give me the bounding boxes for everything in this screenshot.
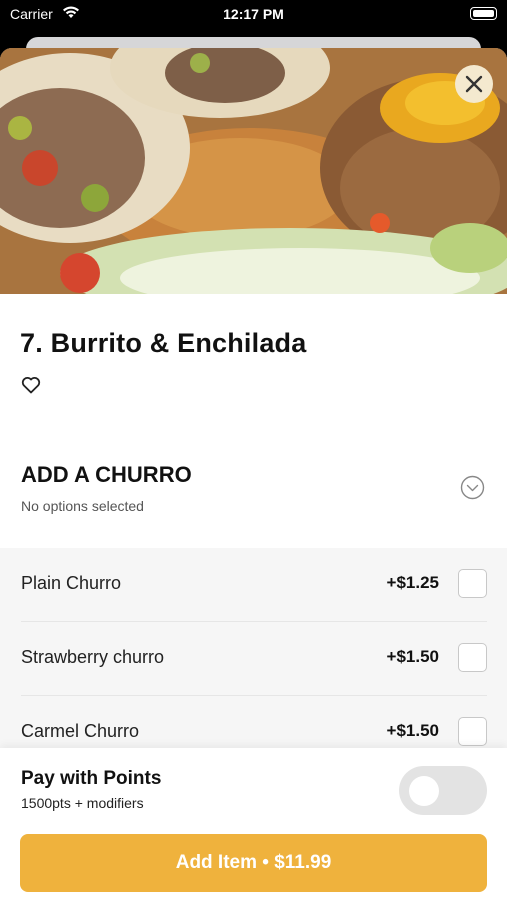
option-checkbox[interactable] (458, 643, 487, 672)
item-title: 7. Burrito & Enchilada (20, 328, 307, 358)
option-checkbox[interactable] (458, 717, 487, 746)
option-checkbox[interactable] (458, 569, 487, 598)
option-name: Carmel Churro (21, 721, 140, 741)
add-item-button[interactable]: Add Item • $11.99 (20, 834, 487, 892)
chevron-down-circle-icon (460, 475, 485, 500)
option-plain-churro[interactable]: Plain Churro +$1.25 (0, 548, 507, 622)
toggle-knob (409, 776, 439, 806)
option-price: +$1.50 (386, 721, 439, 740)
options-list: Plain Churro +$1.25 Strawberry churro +$… (0, 548, 507, 748)
heart-icon[interactable] (21, 376, 41, 394)
section-title: ADD A CHURRO (21, 462, 192, 487)
close-icon (465, 75, 483, 93)
clock: 12:17 PM (223, 6, 284, 22)
option-name: Plain Churro (21, 573, 122, 593)
pay-with-points-title: Pay with Points (21, 768, 162, 789)
pay-with-points-toggle[interactable] (399, 766, 487, 815)
section-subtitle: No options selected (21, 498, 144, 514)
close-button[interactable] (455, 65, 493, 103)
churro-options-header[interactable]: ADD A CHURRO No options selected (0, 450, 507, 548)
option-name: Strawberry churro (21, 647, 165, 667)
food-image (0, 48, 507, 294)
option-price: +$1.50 (386, 647, 439, 666)
status-bar: Carrier 12:17 PM (0, 0, 507, 30)
checkout-footer: Pay with Points 1500pts + modifiers Add … (0, 748, 507, 900)
option-price: +$1.25 (386, 573, 439, 592)
pay-with-points-subtitle: 1500pts + modifiers (21, 795, 144, 811)
option-strawberry-churro[interactable]: Strawberry churro +$1.50 (0, 622, 507, 696)
item-detail-sheet: 7. Burrito & Enchilada ADD A CHURRO No o… (0, 48, 507, 900)
battery-icon (470, 7, 497, 20)
